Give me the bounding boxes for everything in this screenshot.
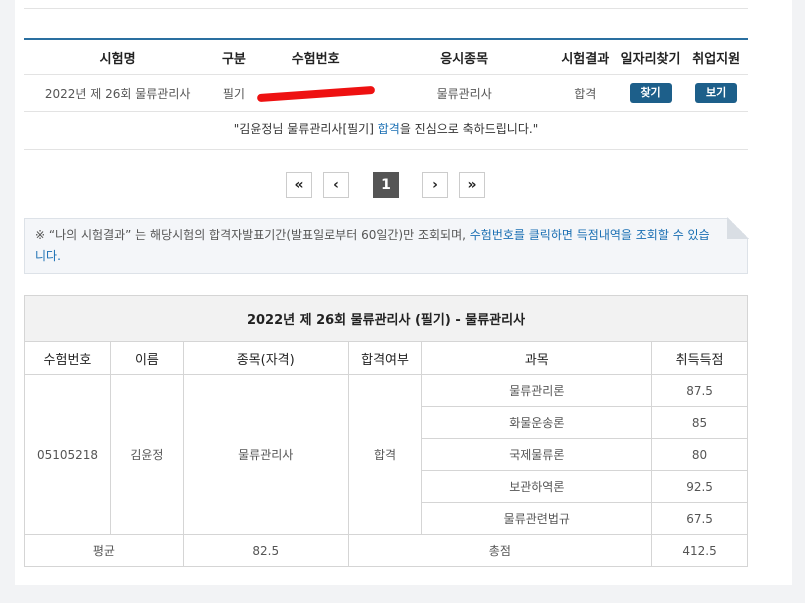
header-result: 시험결과 bbox=[553, 39, 617, 75]
top-section-divider bbox=[24, 0, 748, 9]
notice-text: “나의 시험결과” 는 해당시험의 합격자발표기간(발표일로부터 60일간)만 … bbox=[45, 228, 470, 242]
header-exam-number: 수험번호 bbox=[256, 39, 375, 75]
total-value: 412.5 bbox=[651, 534, 748, 567]
subject-score: 87.5 bbox=[651, 374, 748, 407]
detail-pass: 합격 bbox=[347, 374, 423, 535]
job-search-cell: 찾기 bbox=[616, 74, 685, 112]
header-qualification: 종목(자격) bbox=[182, 341, 349, 375]
congrats-suffix: 을 진심으로 축하드립니다." bbox=[399, 122, 539, 136]
redaction-mark bbox=[256, 85, 375, 102]
exam-name: 2022년 제 26회 물류관리사 bbox=[24, 74, 212, 112]
total-label: 총점 bbox=[347, 534, 653, 567]
header-name: 이름 bbox=[109, 341, 184, 375]
header-job-search: 일자리찾기 bbox=[616, 39, 685, 75]
page-1-button[interactable]: 1 bbox=[373, 172, 399, 198]
first-page-icon[interactable]: « bbox=[286, 172, 312, 198]
find-job-button[interactable]: 찾기 bbox=[629, 83, 672, 103]
header-category: 구분 bbox=[211, 39, 257, 75]
subject-name: 국제물류론 bbox=[421, 438, 653, 471]
subject-name: 물류관련법규 bbox=[421, 502, 653, 535]
subject-name: 물류관리론 bbox=[421, 374, 653, 407]
notice-mark: ※ bbox=[35, 228, 46, 242]
subject-score: 80 bbox=[651, 438, 748, 471]
summary-row: 평균 82.5 총점 412.5 bbox=[24, 534, 748, 567]
header-subject: 과목 bbox=[421, 341, 653, 375]
average-label: 평균 bbox=[24, 534, 184, 567]
header-exam-number: 수험번호 bbox=[24, 341, 111, 375]
view-support-button[interactable]: 보기 bbox=[695, 83, 738, 103]
header-field: 응시종목 bbox=[374, 39, 554, 75]
score-detail-table: 2022년 제 26회 물류관리사 (필기) - 물류관리사 수험번호 이름 종… bbox=[24, 295, 748, 567]
congrats-prefix: "김윤정님 물류관리사[필기] bbox=[233, 122, 378, 136]
subject-score: 67.5 bbox=[651, 502, 748, 535]
header-score: 취득득점 bbox=[651, 341, 748, 375]
header-employment-support: 취업지원 bbox=[684, 39, 748, 75]
notice-box: ※ “나의 시험결과” 는 해당시험의 합격자발표기간(발표일로부터 60일간)… bbox=[24, 217, 749, 274]
support-cell: 보기 bbox=[684, 74, 748, 112]
subject-name: 보관하역론 bbox=[421, 470, 653, 503]
congrats-highlight: 합격 bbox=[377, 122, 400, 136]
subject-score: 92.5 bbox=[651, 470, 748, 503]
average-value: 82.5 bbox=[182, 534, 349, 567]
table-row: 2022년 제 26회 물류관리사 필기 물류관리사 합격 찾기 보기 bbox=[24, 74, 748, 112]
header-exam-name: 시험명 bbox=[24, 39, 212, 75]
exam-result: 합격 bbox=[553, 74, 617, 112]
exam-results-table: 시험명 구분 수험번호 응시종목 시험결과 일자리찾기 취업지원 2022년 제… bbox=[24, 38, 748, 112]
detail-qualification: 물류관리사 bbox=[182, 374, 349, 535]
last-page-icon[interactable]: » bbox=[459, 172, 485, 198]
page-fold-icon bbox=[727, 217, 749, 239]
subject-score: 85 bbox=[651, 406, 748, 439]
congratulation-message: "김윤정님 물류관리사[필기] 합격을 진심으로 축하드립니다." bbox=[24, 113, 748, 150]
header-pass: 합격여부 bbox=[347, 341, 423, 375]
prev-page-icon[interactable]: ‹ bbox=[323, 172, 349, 198]
detail-exam-number: 05105218 bbox=[24, 374, 111, 535]
table-row: 05105218 김윤정 물류관리사 합격 물류관리론 87.5 bbox=[24, 374, 748, 535]
subject-name: 화물운송론 bbox=[421, 406, 653, 439]
exam-number-redacted[interactable] bbox=[256, 74, 375, 112]
exam-field: 물류관리사 bbox=[374, 74, 554, 112]
detail-caption: 2022년 제 26회 물류관리사 (필기) - 물류관리사 bbox=[24, 295, 748, 342]
next-page-icon[interactable]: › bbox=[422, 172, 448, 198]
detail-name: 김윤정 bbox=[109, 374, 184, 535]
exam-category: 필기 bbox=[211, 74, 257, 112]
